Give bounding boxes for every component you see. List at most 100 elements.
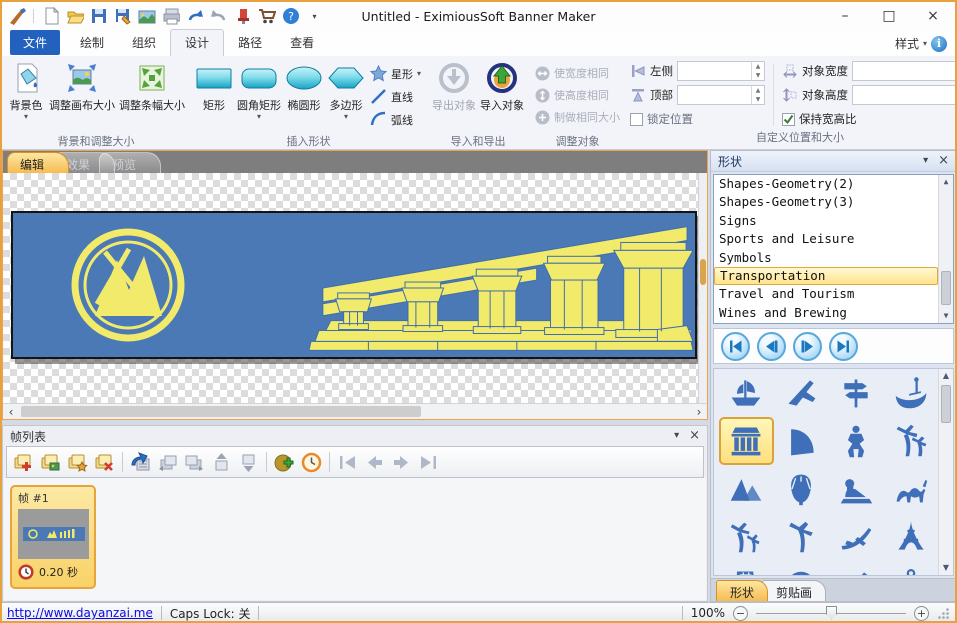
frame-card-1[interactable]: 帧 #1 0.20 秒 bbox=[10, 485, 96, 589]
replace-frame-icon[interactable] bbox=[128, 450, 153, 475]
print-icon[interactable] bbox=[161, 7, 180, 26]
last-page-button[interactable] bbox=[829, 332, 858, 361]
shape-eiffel-tower[interactable] bbox=[883, 513, 938, 561]
close-panel-icon[interactable]: × bbox=[938, 156, 949, 166]
resize-banner-button[interactable]: 调整条幅大小 bbox=[117, 59, 187, 114]
banner-artwork[interactable] bbox=[11, 211, 697, 359]
ellipse-button[interactable]: 椭圆形 bbox=[283, 59, 325, 114]
scroll-track[interactable] bbox=[19, 404, 691, 419]
export-object-button[interactable]: 导出对象 bbox=[430, 59, 478, 114]
resize-canvas-button[interactable]: 调整画布大小 bbox=[47, 59, 117, 114]
zoom-in-button[interactable]: + bbox=[914, 606, 929, 621]
polygon-button[interactable]: 多边形 ▾ bbox=[325, 59, 367, 121]
move-frame-up-icon[interactable] bbox=[209, 450, 234, 475]
design-canvas[interactable] bbox=[3, 173, 707, 403]
canvas-tab-preview[interactable]: 预览 bbox=[99, 152, 161, 173]
grid-scrollbar[interactable]: ▲ ▼ bbox=[938, 369, 953, 575]
scroll-up-icon[interactable]: ▲ bbox=[939, 369, 953, 383]
shape-sphinx[interactable] bbox=[829, 465, 884, 513]
tab-draw[interactable]: 绘制 bbox=[66, 30, 118, 56]
canvas-vertical-scrollbar[interactable] bbox=[698, 173, 707, 403]
shape-water-ski[interactable] bbox=[829, 513, 884, 561]
tab-view[interactable]: 查看 bbox=[276, 30, 328, 56]
list-item[interactable]: Travel and Tourism bbox=[714, 285, 938, 303]
star-button[interactable]: 星形 ▾ bbox=[370, 65, 421, 82]
website-link[interactable]: http://www.dayanzai.me bbox=[7, 606, 153, 620]
previous-page-button[interactable] bbox=[757, 332, 786, 361]
move-frame-down-icon[interactable] bbox=[236, 450, 261, 475]
open-icon[interactable] bbox=[65, 7, 84, 26]
list-item[interactable]: Shapes-Geometry(2) bbox=[714, 175, 938, 193]
list-item[interactable]: Symbols bbox=[714, 249, 938, 267]
scroll-right-icon[interactable]: › bbox=[691, 405, 707, 419]
shape-palm-tree[interactable] bbox=[774, 513, 829, 561]
resize-grip-icon[interactable] bbox=[937, 607, 950, 620]
list-item[interactable]: Sports and Leisure bbox=[714, 230, 938, 248]
app-logo-icon[interactable] bbox=[7, 7, 26, 26]
shape-fan[interactable] bbox=[774, 417, 829, 465]
first-page-button[interactable] bbox=[721, 332, 750, 361]
canvas-horizontal-scrollbar[interactable]: ‹ › bbox=[3, 403, 707, 419]
shape-signpost[interactable] bbox=[829, 369, 884, 417]
zoom-out-button[interactable]: − bbox=[733, 606, 748, 621]
shape-pyramids[interactable] bbox=[719, 465, 774, 513]
previous-frame-icon[interactable] bbox=[362, 450, 387, 475]
delete-frame-icon[interactable] bbox=[92, 450, 117, 475]
shape-ship[interactable] bbox=[719, 369, 774, 417]
list-scrollbar[interactable]: ▲ ▼ bbox=[938, 175, 953, 323]
scroll-up-icon[interactable]: ▲ bbox=[939, 175, 953, 189]
copy-frame-icon[interactable] bbox=[65, 450, 90, 475]
save-as-icon[interactable] bbox=[113, 7, 132, 26]
shape-hotel-building[interactable] bbox=[719, 561, 774, 576]
scroll-left-icon[interactable]: ‹ bbox=[3, 405, 19, 419]
same-height-button[interactable]: 使高度相同 bbox=[535, 87, 620, 103]
list-item-selected[interactable]: Transportation bbox=[714, 267, 938, 285]
line-button[interactable]: 直线 bbox=[370, 88, 421, 105]
shape-anchor[interactable] bbox=[883, 561, 938, 576]
zoom-slider-thumb[interactable] bbox=[826, 606, 837, 620]
next-frame-icon[interactable] bbox=[389, 450, 414, 475]
add-frame-icon[interactable] bbox=[11, 450, 36, 475]
shape-airplane[interactable] bbox=[774, 369, 829, 417]
rectangle-button[interactable]: 矩形 bbox=[193, 59, 235, 114]
lock-position-checkbox[interactable] bbox=[630, 113, 643, 126]
shape-statue[interactable] bbox=[829, 417, 884, 465]
tab-organize[interactable]: 组织 bbox=[118, 30, 170, 56]
bottom-tab-clipart[interactable]: 剪贴画 bbox=[762, 580, 826, 601]
shape-bottle[interactable] bbox=[829, 561, 884, 576]
style-button[interactable]: 样式 bbox=[895, 35, 919, 52]
scroll-thumb[interactable] bbox=[21, 406, 421, 417]
rounded-rectangle-button[interactable]: 圆角矩形 ▾ bbox=[235, 59, 283, 121]
tab-path[interactable]: 路径 bbox=[224, 30, 276, 56]
rotate-frame-right-icon[interactable] bbox=[182, 450, 207, 475]
frame-time-icon[interactable] bbox=[299, 450, 324, 475]
top-field[interactable]: ▲▼ bbox=[677, 85, 765, 105]
add-effect-icon[interactable] bbox=[272, 450, 297, 475]
save-icon[interactable] bbox=[89, 7, 108, 26]
shape-pharaoh[interactable] bbox=[774, 465, 829, 513]
tab-design[interactable]: 设计 bbox=[170, 29, 224, 56]
minimize-button[interactable]: – bbox=[823, 3, 867, 30]
collapse-panel-icon[interactable]: ▾ bbox=[674, 431, 679, 441]
add-image-frame-icon[interactable] bbox=[38, 450, 63, 475]
spinner[interactable]: ▲▼ bbox=[751, 86, 764, 104]
export-image-icon[interactable] bbox=[137, 7, 156, 26]
scroll-thumb[interactable] bbox=[700, 259, 706, 285]
arc-button[interactable]: 弧线 bbox=[370, 111, 421, 128]
background-color-button[interactable]: 背景色 ▾ bbox=[5, 59, 47, 121]
same-width-button[interactable]: 使宽度相同 bbox=[535, 65, 620, 81]
shape-camel[interactable] bbox=[883, 465, 938, 513]
object-width-field[interactable]: ▲▼ bbox=[852, 61, 957, 81]
canvas-tab-edit[interactable]: 编辑 bbox=[7, 152, 69, 173]
collapse-panel-icon[interactable]: ▾ bbox=[923, 156, 928, 166]
list-item[interactable]: Signs bbox=[714, 212, 938, 230]
scroll-thumb[interactable] bbox=[941, 385, 951, 423]
bottom-tab-shapes[interactable]: 形状 bbox=[716, 580, 768, 601]
import-object-button[interactable]: 导入对象 bbox=[478, 59, 526, 114]
first-frame-icon[interactable] bbox=[335, 450, 360, 475]
object-height-field[interactable]: ▲▼ bbox=[852, 85, 957, 105]
tab-file[interactable]: 文件 bbox=[10, 30, 60, 55]
maximize-button[interactable]: □ bbox=[867, 3, 911, 30]
next-page-button[interactable] bbox=[793, 332, 822, 361]
info-icon[interactable]: i bbox=[931, 36, 947, 52]
